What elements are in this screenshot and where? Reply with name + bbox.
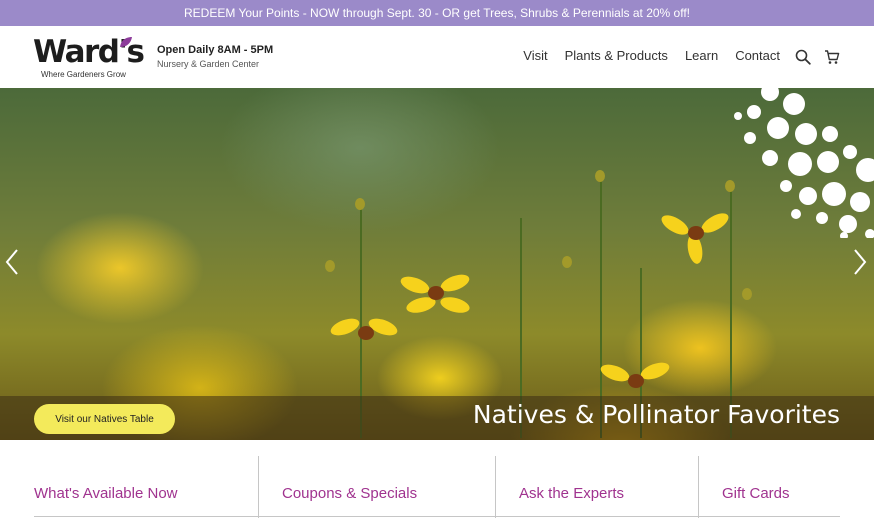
flower-bud: [562, 256, 572, 268]
store-hours: Open Daily 8AM - 5PM Nursery & Garden Ce…: [157, 44, 273, 69]
visit-natives-button[interactable]: Visit our Natives Table: [34, 404, 175, 434]
search-icon[interactable]: [795, 49, 811, 65]
hero-banner[interactable]: Visit our Natives Table Natives & Pollin…: [0, 88, 874, 440]
divider: [495, 456, 496, 518]
nav-item-plants-products[interactable]: Plants & Products: [565, 48, 668, 63]
quick-link-coupons[interactable]: Coupons & Specials: [282, 456, 417, 518]
quick-link-whats-available[interactable]: What's Available Now: [34, 456, 178, 518]
main-nav: Visit Plants & Products Learn Contact: [523, 48, 780, 63]
chevron-right-icon[interactable]: [853, 248, 867, 276]
site-header: Ward's Where Gardeners Grow Open Daily 8…: [0, 26, 874, 88]
hours-sub: Nursery & Garden Center: [157, 59, 260, 69]
quick-links-underline: [34, 516, 840, 517]
hours-main: Open Daily 8AM - 5PM: [157, 44, 274, 56]
quick-link-ask-experts[interactable]: Ask the Experts: [519, 456, 624, 518]
dot-pattern-graphic: [734, 88, 874, 238]
divider: [698, 456, 699, 518]
flower: [658, 208, 732, 265]
hero-title: Natives & Pollinator Favorites: [472, 400, 840, 429]
chevron-left-icon[interactable]: [5, 248, 19, 276]
flower: [398, 268, 472, 318]
flower-bud: [595, 170, 605, 182]
promo-banner[interactable]: REDEEM Your Points - NOW through Sept. 3…: [0, 0, 874, 26]
quick-link-gift-cards[interactable]: Gift Cards: [722, 456, 790, 518]
logo-tagline: Where Gardeners Grow: [41, 70, 126, 79]
promo-text[interactable]: REDEEM Your Points - NOW through Sept. 3…: [184, 6, 690, 20]
flower-bud: [742, 288, 752, 300]
flower-bud: [325, 260, 335, 272]
site-logo[interactable]: Ward's Where Gardeners Grow: [33, 34, 145, 82]
leaf-icon: [120, 37, 132, 47]
cart-icon[interactable]: [824, 49, 840, 65]
flower-bud: [355, 198, 365, 210]
nav-item-contact[interactable]: Contact: [735, 48, 780, 63]
divider: [258, 456, 259, 518]
quick-links: What's Available Now Coupons & Specials …: [0, 456, 874, 518]
nav-item-visit[interactable]: Visit: [523, 48, 547, 63]
nav-item-learn[interactable]: Learn: [685, 48, 718, 63]
flower: [328, 308, 400, 358]
